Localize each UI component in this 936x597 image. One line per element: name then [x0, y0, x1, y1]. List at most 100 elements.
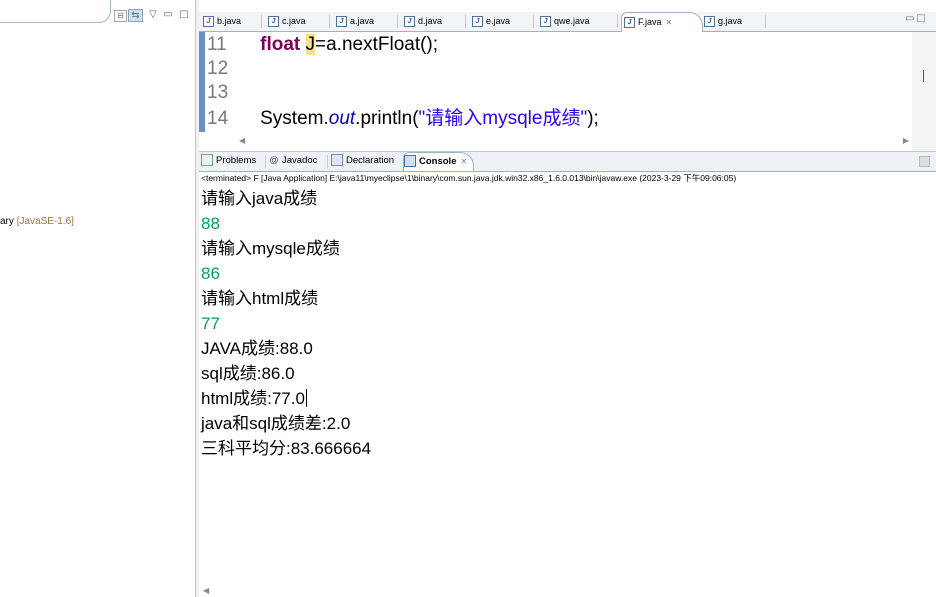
code-line: 14 System.out.println("请输入mysqle成绩");: [207, 106, 599, 132]
tab-separator: [617, 15, 618, 28]
console-line: 请输入html成绩: [201, 289, 319, 308]
console-line: JAVA成绩:88.0: [201, 339, 313, 358]
tab-c-java[interactable]: Jc.java: [266, 12, 306, 30]
tab-separator: [327, 155, 328, 168]
tab-label: F.java: [638, 17, 662, 27]
tab-declaration[interactable]: Declaration: [331, 152, 394, 170]
line-number: 12: [207, 58, 229, 79]
editor-horizontal-scrollbar[interactable]: ◀ ▶: [239, 136, 909, 148]
package-explorer: ⊟ ⇆ ▽ ▭ □ ary [JavaSE-1.6]: [0, 0, 195, 597]
editor-ruler: [199, 32, 205, 132]
console-icon: [404, 155, 416, 168]
maximize-icon[interactable]: □: [178, 9, 190, 21]
tab-console[interactable]: Console ✕: [403, 152, 475, 171]
java-file-icon: J: [336, 16, 347, 28]
tab-label: g.java: [718, 16, 743, 26]
console-line: sql成绩:86.0: [201, 364, 295, 383]
java-file-icon: J: [404, 16, 415, 28]
code-text: =a.nextFloat();: [315, 34, 439, 55]
console-line: 请输入java成绩: [201, 189, 318, 208]
tab-label: b.java: [217, 16, 242, 26]
text-caret: [305, 389, 307, 407]
code-text: );: [587, 108, 599, 129]
code-text: .println(: [355, 108, 419, 129]
code-text: System.: [260, 108, 329, 129]
java-file-icon: J: [472, 16, 483, 28]
console-input-line: 88: [201, 214, 220, 233]
console-output[interactable]: 请输入java成绩 88 请输入mysqle成绩 86 请输入html成绩 77…: [199, 186, 936, 586]
line-number: 13: [207, 82, 229, 103]
java-file-icon: J: [203, 16, 214, 28]
jre-version-label: [JavaSE-1.6]: [16, 216, 74, 227]
package-explorer-tab[interactable]: [0, 0, 111, 23]
minimize-icon[interactable]: [919, 156, 930, 167]
overview-ruler[interactable]: [912, 32, 936, 152]
tab-javadoc[interactable]: @ Javadoc: [269, 152, 317, 170]
tab-separator: [397, 15, 398, 28]
at-icon: @: [269, 155, 279, 166]
editor-tab-bar: Jb.java Jc.java Ja.java Jd.java Je.java …: [199, 12, 936, 32]
project-tree-item[interactable]: ary [JavaSE-1.6]: [0, 216, 74, 227]
tab-qwe-java[interactable]: Jqwe.java: [538, 12, 590, 30]
console-tab-bar: Problems @ Javadoc Declaration Console ✕: [199, 151, 936, 172]
tab-separator: [265, 155, 266, 168]
tab-f-java[interactable]: J F.java ✕: [621, 12, 703, 32]
tab-problems[interactable]: Problems: [201, 152, 256, 170]
scroll-right-icon[interactable]: ▶: [903, 136, 909, 145]
scroll-left-icon[interactable]: ◀: [203, 586, 209, 595]
tab-label: d.java: [418, 16, 443, 26]
tab-label: Declaration: [346, 155, 395, 166]
tab-separator: [465, 15, 466, 28]
string-literal: "请输入mysqle成绩": [418, 108, 588, 129]
tab-label: qwe.java: [554, 16, 590, 26]
close-icon[interactable]: ✕: [666, 18, 673, 27]
tab-label: Problems: [216, 155, 257, 166]
java-file-icon: J: [624, 17, 635, 29]
code-line: 13: [207, 80, 239, 106]
declaration-icon: [331, 154, 343, 167]
console-process-status: <terminated> F [Java Application] E:\jav…: [201, 173, 737, 183]
keyword: float: [260, 34, 301, 55]
tab-b-java[interactable]: Jb.java: [201, 12, 241, 30]
variable: J: [305, 34, 316, 55]
tree-item-label: ary: [0, 216, 14, 227]
static-field: out: [328, 108, 356, 129]
java-file-icon: J: [704, 16, 715, 28]
console-input-line: 77: [201, 314, 220, 333]
console-horizontal-scrollbar[interactable]: ◀: [199, 586, 936, 597]
tab-separator: [261, 15, 262, 28]
console-line: java和sql成绩差:2.0: [201, 414, 351, 433]
collapse-all-icon[interactable]: ⊟: [114, 10, 127, 22]
tab-separator: [329, 15, 330, 28]
console-line: html成绩:77.0: [201, 386, 307, 411]
tab-label: Console: [419, 156, 457, 167]
console-input-line: 86: [201, 264, 220, 283]
console-line-text: html成绩:77.0: [201, 389, 305, 408]
line-number: 14: [207, 108, 229, 129]
minimize-icon[interactable]: ▭: [163, 9, 173, 21]
tab-d-java[interactable]: Jd.java: [402, 12, 442, 30]
java-file-icon: J: [540, 16, 551, 28]
tab-a-java[interactable]: Ja.java: [334, 12, 374, 30]
console-line: 三科平均分:83.666664: [201, 439, 372, 458]
tab-label: e.java: [486, 16, 511, 26]
tab-separator: [533, 15, 534, 28]
tab-separator: [765, 15, 766, 28]
view-menu-icon[interactable]: ▽: [148, 9, 158, 21]
tab-e-java[interactable]: Je.java: [470, 12, 510, 30]
editor-window-controls[interactable]: ▭□: [905, 13, 928, 24]
link-with-editor-icon[interactable]: ⇆: [128, 9, 143, 22]
problems-icon: [201, 154, 213, 167]
close-icon[interactable]: ✕: [460, 157, 467, 166]
code-line: 11 float J=a.nextFloat();: [207, 32, 438, 58]
cursor-marker: [923, 70, 924, 82]
code-line: 12: [207, 56, 239, 82]
line-number: 11: [207, 34, 227, 55]
tab-g-java[interactable]: Jg.java: [702, 12, 742, 30]
code-editor[interactable]: 11 float J=a.nextFloat(); 12 13 14 Syste…: [199, 32, 936, 152]
package-explorer-header: ⊟ ⇆ ▽ ▭ □: [0, 0, 195, 25]
scroll-left-icon[interactable]: ◀: [239, 136, 245, 145]
tab-label: a.java: [350, 16, 375, 26]
console-line: 请输入mysqle成绩: [201, 239, 340, 258]
tab-label: Javadoc: [282, 155, 318, 166]
